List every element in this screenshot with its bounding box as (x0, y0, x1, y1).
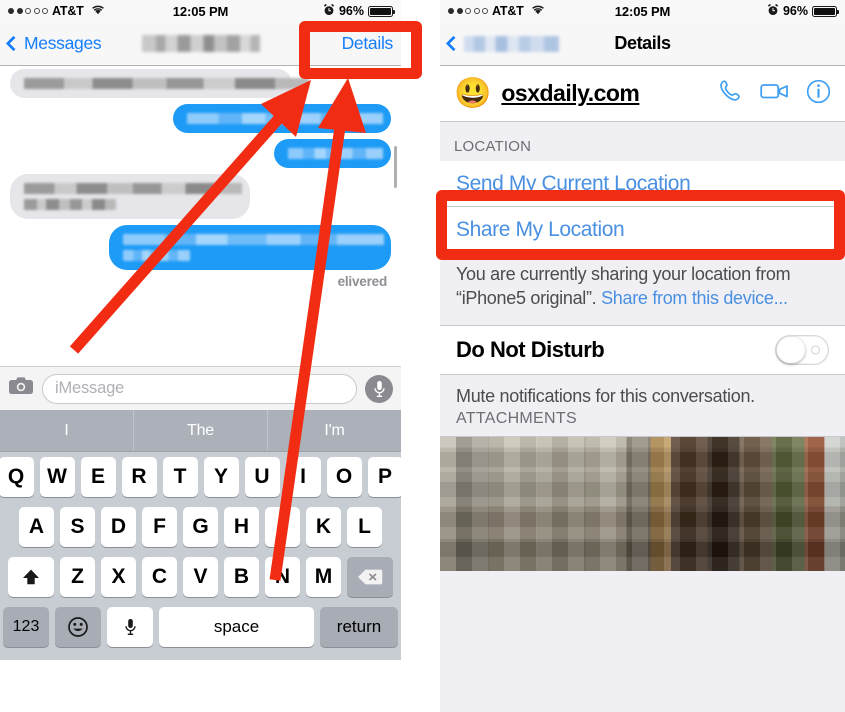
alarm-clock-icon (323, 3, 335, 19)
battery-icon (812, 5, 840, 17)
battery-percent-label: 96% (338, 4, 364, 18)
battery-icon (368, 5, 396, 17)
annotation-arrows (69, 78, 366, 581)
arrow-to-details-2 (269, 78, 366, 581)
left-status-right-group: 96% (323, 3, 396, 19)
screenshot-root: AT&T 12:05 PM 96% Messages Details elive… (0, 0, 845, 712)
right-status-right-group: 96% (767, 3, 840, 19)
alarm-clock-icon (767, 3, 779, 19)
details-button[interactable]: Details (342, 33, 394, 54)
arrow-to-details-1 (69, 80, 311, 354)
battery-percent-label: 96% (782, 4, 808, 18)
